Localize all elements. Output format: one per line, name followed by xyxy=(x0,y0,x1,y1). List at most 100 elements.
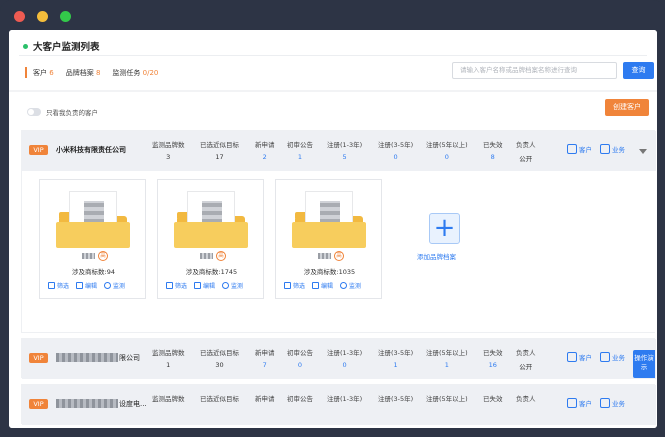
column-value[interactable]: 0 xyxy=(426,153,468,161)
divider xyxy=(19,55,647,56)
column-label: 已选近似目标 xyxy=(200,141,239,149)
gear-icon xyxy=(222,282,230,289)
stat-customers: 客户 6 xyxy=(33,68,54,78)
column-label: 注册(5年以上) xyxy=(426,349,468,357)
search-button[interactable]: 查询 xyxy=(623,62,654,79)
close-window-button[interactable] xyxy=(14,11,25,22)
business-action-label: 业务 xyxy=(612,354,625,362)
column-label: 已失效 xyxy=(483,395,503,403)
status-dot-icon xyxy=(23,43,28,49)
business-action-label: 业务 xyxy=(612,146,625,154)
filter-button[interactable]: 筛选 xyxy=(284,281,305,290)
client-row-header[interactable]: VIP 设度电... 监测品牌数 已选近似目标 新申请 初审公告 注册(1-3年… xyxy=(22,385,656,425)
create-customer-button[interactable]: 创建客户 xyxy=(605,99,649,116)
page-content: 大客户监测列表 客户 6 品牌档案 8 监测任务 0/20 请输入客户名称或品牌… xyxy=(9,30,657,428)
column-label: 注册(1-3年) xyxy=(327,395,363,403)
card-actions: 筛选 编辑 监测 xyxy=(166,281,243,290)
page-title-text: 大客户监测列表 xyxy=(33,42,100,53)
business-icon xyxy=(600,352,610,362)
edit-button[interactable]: 编辑 xyxy=(76,281,97,290)
column-label: 注册(3-5年) xyxy=(378,349,414,357)
column-value[interactable]: 16 xyxy=(483,361,503,369)
column-value[interactable]: 5 xyxy=(327,153,362,161)
search-input[interactable]: 请输入客户名称或品牌档案名称进行查询 xyxy=(452,62,617,79)
business-action[interactable]: 业务 xyxy=(600,144,625,154)
folder-front xyxy=(56,222,130,248)
column-label: 新申请 xyxy=(255,349,275,357)
client-list: 只看我负责的客户 创建客户 VIP 小米科技有限责任公司 监测品牌数 3 已选近似… xyxy=(9,92,657,428)
edit-button[interactable]: 编辑 xyxy=(312,281,333,290)
filter-icon xyxy=(284,282,291,289)
stat-label: 监测任务 xyxy=(112,68,141,77)
gear-icon xyxy=(104,282,112,289)
brand-card[interactable]: 高 涉及商标数:94 筛选 编辑 监测 xyxy=(39,179,146,299)
filter-button[interactable]: 筛选 xyxy=(48,281,69,290)
column-value[interactable]: 7 xyxy=(255,361,275,369)
column-value[interactable]: 8 xyxy=(483,153,503,161)
column-value: 30 xyxy=(215,361,224,369)
client-row-header[interactable]: VIP 小米科技有限责任公司 监测品牌数 3 已选近似目标 17 新申请 2 初审公告… xyxy=(22,131,656,171)
column-value: 公开 xyxy=(519,363,533,371)
filter-button[interactable]: 筛选 xyxy=(166,281,187,290)
column-label: 新申请 xyxy=(255,141,275,149)
risk-level-badge: 高 xyxy=(98,251,108,261)
edit-button[interactable]: 编辑 xyxy=(194,281,215,290)
chevron-down-icon[interactable] xyxy=(639,149,647,154)
column-label: 监测品牌数 xyxy=(152,395,185,403)
only-mine-toggle[interactable] xyxy=(27,108,41,116)
business-icon xyxy=(600,398,610,408)
stat-value: 6 xyxy=(49,68,54,77)
monitor-label: 监测 xyxy=(231,283,244,290)
risk-level-badge: 高 xyxy=(334,251,344,261)
client-row: VIP 小米科技有限责任公司 监测品牌数 3 已选近似目标 17 新申请 2 初审公告… xyxy=(21,130,656,333)
monitor-label: 监测 xyxy=(113,283,126,290)
customer-icon xyxy=(567,398,577,408)
trademark-count: 涉及商标数:1745 xyxy=(185,268,238,276)
column-value[interactable]: 1 xyxy=(378,361,413,369)
customer-action[interactable]: 客户 xyxy=(567,398,592,408)
monitor-button[interactable]: 监测 xyxy=(222,281,243,290)
app-window: 大客户监测列表 客户 6 品牌档案 8 监测任务 0/20 请输入客户名称或品牌… xyxy=(0,0,665,437)
client-row: VIP 设度电... 监测品牌数 已选近似目标 新申请 初审公告 注册(1-3年… xyxy=(21,384,656,425)
customer-action[interactable]: 客户 xyxy=(567,144,592,154)
minimize-window-button[interactable] xyxy=(37,11,48,22)
business-icon xyxy=(600,144,610,154)
brand-card[interactable]: 高 涉及商标数:1035 筛选 编辑 监测 xyxy=(275,179,382,299)
only-mine-label: 只看我负责的客户 xyxy=(46,109,98,117)
customer-action[interactable]: 客户 xyxy=(567,352,592,362)
filter-icon xyxy=(48,282,55,289)
brand-card[interactable]: 高 涉及商标数:1745 筛选 编辑 监测 xyxy=(157,179,264,299)
monitor-button[interactable]: 监测 xyxy=(340,281,361,290)
stat-label: 客户 xyxy=(33,68,47,77)
column-value[interactable]: 1 xyxy=(426,361,468,369)
column-label: 负责人 xyxy=(516,395,536,403)
column-value[interactable]: 0 xyxy=(327,361,362,369)
customer-action-label: 客户 xyxy=(579,400,592,408)
monitor-button[interactable]: 监测 xyxy=(104,281,125,290)
client-row-header[interactable]: VIP 限公司 监测品牌数 1 已选近似目标 30 新申请 7 初审公告 0 注册(1-… xyxy=(22,339,656,379)
stat-monitor-tasks: 监测任务 0/20 xyxy=(112,68,158,78)
filter-label: 筛选 xyxy=(293,283,306,290)
client-name[interactable]: 小米科技有限责任公司 xyxy=(56,145,126,155)
column-value[interactable]: 0 xyxy=(378,153,413,161)
edit-label: 编辑 xyxy=(321,283,334,290)
column-value[interactable]: 0 xyxy=(287,361,313,369)
business-action[interactable]: 业务 xyxy=(600,352,625,362)
business-action[interactable]: 业务 xyxy=(600,398,625,408)
column-value[interactable]: 1 xyxy=(287,153,313,161)
demo-help-button[interactable]: 操作演示 xyxy=(633,350,655,378)
column-label: 新申请 xyxy=(255,395,275,403)
edit-icon xyxy=(76,282,84,289)
column-label: 初审公告 xyxy=(287,141,313,149)
folder-front xyxy=(174,222,248,248)
add-brand-label[interactable]: 添加品牌档案 xyxy=(417,251,456,261)
folder-front xyxy=(292,222,366,248)
blurred-logo xyxy=(84,201,104,223)
add-brand-button[interactable]: + xyxy=(429,213,460,244)
column-label: 注册(5年以上) xyxy=(426,141,468,149)
blurred-logo xyxy=(320,201,340,223)
column-label: 注册(5年以上) xyxy=(426,395,468,403)
column-value[interactable]: 2 xyxy=(255,153,275,161)
maximize-window-button[interactable] xyxy=(60,11,71,22)
column-value: 公开 xyxy=(519,155,533,163)
